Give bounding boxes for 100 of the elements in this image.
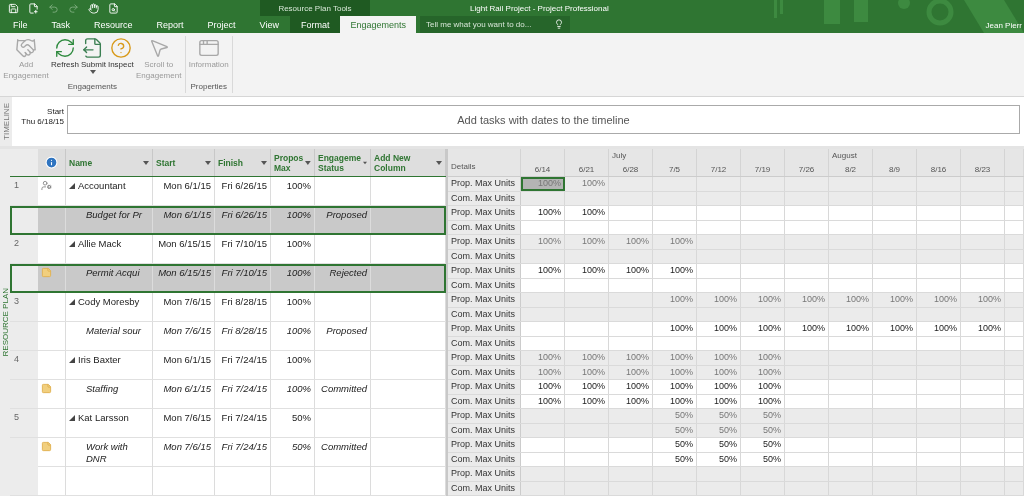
units-cell[interactable]: 100% <box>609 264 653 278</box>
units-cell[interactable]: 100% <box>609 394 653 408</box>
caret-icon[interactable] <box>90 70 97 74</box>
units-cell[interactable]: 50% <box>741 438 785 452</box>
row-header[interactable] <box>10 264 38 292</box>
units-cell[interactable]: 100% <box>741 394 785 408</box>
units-cell[interactable]: 100% <box>697 293 741 307</box>
table-row[interactable] <box>10 467 446 496</box>
units-cell[interactable]: 100% <box>609 365 653 379</box>
units-cell[interactable]: 100% <box>521 206 565 220</box>
ribbon-button[interactable]: Submit <box>80 36 107 75</box>
table-row[interactable]: Material sour Mon 7/6/15 Fri 8/28/15 100% Proposed <box>10 322 446 351</box>
redo-icon[interactable] <box>68 2 79 14</box>
row-header[interactable]: 4 <box>10 351 38 379</box>
units-cell[interactable]: 100% <box>521 351 565 365</box>
ribbon-tab[interactable]: Format <box>289 16 341 33</box>
row-header[interactable]: 3 <box>10 293 38 321</box>
units-cell[interactable]: 100% <box>741 351 785 365</box>
units-cell[interactable]: 100% <box>521 380 565 394</box>
row-header[interactable]: 2 <box>10 235 38 263</box>
units-cell[interactable]: 100% <box>653 235 697 249</box>
column-header[interactable]: Propos Max <box>271 149 315 176</box>
units-cell[interactable]: 50% <box>741 452 785 466</box>
table-row[interactable]: 2 Allie Mack Mon 6/15/15 Fri 7/10/15 100% <box>10 235 446 264</box>
units-cell[interactable]: 50% <box>741 409 785 423</box>
units-cell[interactable]: 100% <box>785 293 829 307</box>
units-cell[interactable]: 100% <box>653 293 697 307</box>
timeline-bar[interactable]: Add tasks with dates to the timeline <box>67 105 1020 134</box>
table-row[interactable]: Staffing Mon 6/1/15 Fri 7/24/15 100% Committed <box>10 380 446 409</box>
column-header[interactable]: Engageme Status <box>315 149 371 176</box>
units-cell[interactable]: 100% <box>653 322 697 336</box>
collapse-icon[interactable] <box>69 415 75 421</box>
units-cell[interactable]: 100% <box>521 394 565 408</box>
units-cell[interactable]: 100% <box>917 322 961 336</box>
filter-icon[interactable] <box>143 160 149 165</box>
units-cell[interactable]: 50% <box>697 452 741 466</box>
collapse-icon[interactable] <box>69 357 75 363</box>
collapse-icon[interactable] <box>69 299 75 305</box>
ribbon-tab[interactable]: Report <box>145 16 195 33</box>
units-cell[interactable]: 100% <box>697 394 741 408</box>
save-icon[interactable] <box>8 2 19 14</box>
units-cell[interactable]: 100% <box>521 264 565 278</box>
units-cell[interactable]: 100% <box>741 293 785 307</box>
units-cell[interactable]: 50% <box>653 409 697 423</box>
touch-mode-icon[interactable] <box>88 2 99 14</box>
table-row[interactable]: Permit Acqui Mon 6/15/15 Fri 7/10/15 100% Rejected <box>10 264 446 293</box>
row-header[interactable]: 1 <box>10 177 38 205</box>
units-cell[interactable]: 50% <box>697 438 741 452</box>
column-header[interactable]: Finish <box>215 149 271 176</box>
units-cell[interactable]: 50% <box>741 423 785 437</box>
filter-icon[interactable] <box>363 160 367 165</box>
units-cell[interactable]: 50% <box>653 438 697 452</box>
units-cell[interactable]: 100% <box>565 264 609 278</box>
units-cell[interactable]: 100% <box>785 322 829 336</box>
units-cell[interactable]: 100% <box>565 365 609 379</box>
row-header[interactable]: 5 <box>10 409 38 437</box>
table-row[interactable]: 5 Kat Larsson Mon 7/6/15 Fri 7/24/15 50% <box>10 409 446 438</box>
row-header[interactable] <box>10 206 38 234</box>
ribbon-button[interactable]: Inspect <box>106 36 135 71</box>
table-row[interactable]: Work with DNR Mon 7/6/15 Fri 7/24/15 50% Committed <box>10 438 446 467</box>
ribbon-tab[interactable]: View <box>248 16 290 33</box>
units-cell[interactable]: 100% <box>565 351 609 365</box>
units-cell[interactable]: 100% <box>653 351 697 365</box>
table-row[interactable]: 1 Accountant Mon 6/1/15 Fri 6/26/15 100% <box>10 177 446 206</box>
ribbon-tab[interactable]: Resource <box>83 16 144 33</box>
units-cell[interactable]: 100% <box>521 235 565 249</box>
units-cell[interactable]: 100% <box>565 235 609 249</box>
units-cell[interactable]: 100% <box>609 235 653 249</box>
column-header[interactable]: Name <box>66 149 153 176</box>
units-cell[interactable]: 100% <box>917 293 961 307</box>
tell-me-field[interactable]: Tell me what you want to do... <box>420 16 570 33</box>
units-cell[interactable]: 100% <box>565 394 609 408</box>
units-cell[interactable]: 100% <box>565 380 609 394</box>
units-cell[interactable]: 100% <box>961 322 1005 336</box>
units-cell[interactable]: 50% <box>697 423 741 437</box>
undo-icon[interactable] <box>48 2 59 14</box>
units-cell[interactable]: 50% <box>697 409 741 423</box>
new-file-icon[interactable] <box>28 2 39 14</box>
units-cell[interactable]: 100% <box>697 351 741 365</box>
filter-icon[interactable] <box>436 160 442 165</box>
units-cell[interactable]: 100% <box>873 293 917 307</box>
column-header[interactable]: Start <box>153 149 215 176</box>
units-cell[interactable]: 100% <box>653 264 697 278</box>
units-cell[interactable]: 100% <box>609 351 653 365</box>
table-row[interactable]: 3 Cody Moresby Mon 7/6/15 Fri 8/28/15 100% <box>10 293 446 322</box>
collapse-icon[interactable] <box>69 241 75 247</box>
units-cell[interactable]: 50% <box>653 452 697 466</box>
ribbon-tab[interactable]: File <box>2 16 39 33</box>
units-cell[interactable]: 100% <box>697 365 741 379</box>
table-row[interactable]: Budget for Pr Mon 6/1/15 Fri 6/26/15 100% Proposed <box>10 206 446 235</box>
units-cell[interactable]: 100% <box>565 177 609 191</box>
units-cell[interactable]: 100% <box>653 394 697 408</box>
units-cell[interactable]: 100% <box>873 322 917 336</box>
units-cell[interactable]: 50% <box>653 423 697 437</box>
print-preview-icon[interactable] <box>108 2 119 14</box>
units-cell[interactable]: 100% <box>565 206 609 220</box>
units-cell[interactable]: 100% <box>697 322 741 336</box>
ribbon-tab[interactable]: Task <box>40 16 82 33</box>
select-all-corner[interactable] <box>10 149 38 176</box>
units-cell[interactable]: 100% <box>741 322 785 336</box>
